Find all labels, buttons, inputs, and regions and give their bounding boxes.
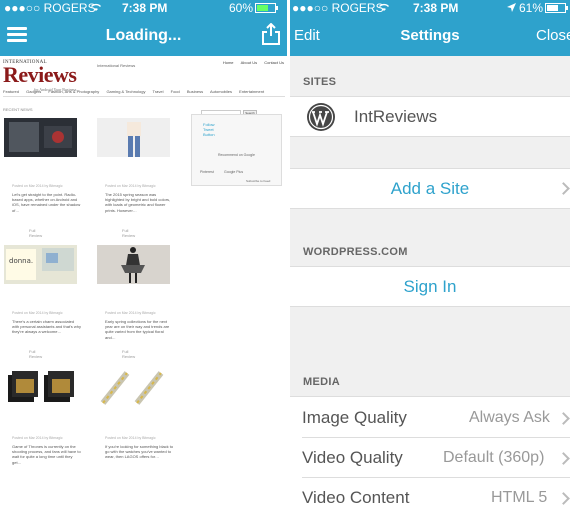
svg-text:donna.: donna. [9, 257, 33, 265]
row-divider [302, 477, 570, 478]
video-content-value[interactable]: HTML 5 [491, 489, 547, 507]
sidebar-link[interactable]: Follow Tweet Button [203, 122, 221, 137]
recent-news-label: RECENT NEWS [3, 107, 33, 112]
page-title: Loading... [105, 27, 182, 44]
site-row[interactable]: IntReviews [290, 96, 570, 137]
article-excerpt: There's a certain charm associated with … [12, 319, 82, 335]
settings-title: Settings [400, 27, 460, 44]
image-quality-label[interactable]: Image Quality [302, 408, 407, 428]
chevron-right-icon [557, 452, 570, 465]
battery-icon [255, 3, 278, 13]
video-content-label[interactable]: Video Content [302, 488, 409, 508]
link-contact[interactable]: Contact Us [264, 60, 284, 65]
add-site-row[interactable]: Add a Site [290, 168, 570, 209]
image-quality-value[interactable]: Always Ask [469, 409, 550, 427]
nav-entertainment[interactable]: Entertainment [239, 89, 264, 94]
nav-gadgets[interactable]: Gadgets [26, 89, 41, 94]
nav-automobiles[interactable]: Automobiles [210, 89, 232, 94]
article-meta: Posted on Mar 2014 by Bitmagic [12, 184, 63, 188]
wordpress-logo-icon [307, 103, 335, 131]
site-name: IntReviews [354, 107, 438, 126]
carrier-label: ●●●○○ ROGERS [292, 1, 384, 15]
site-category-nav: Featured Gadgets Fashion, Arts & Photogr… [3, 89, 285, 97]
right-phone-screen: ●●●○○ ROGERS 7:38 PM 61% Edit Settings C… [290, 0, 570, 518]
carrier-label: ●●●○○ ROGERS [4, 1, 96, 15]
article-excerpt: Early spring collections for the next ye… [105, 319, 170, 340]
sidebar-line: Recommend on Google [218, 153, 255, 157]
wordpress-section-header: WORDPRESS.COM [303, 246, 408, 258]
article-thumbnail [97, 118, 170, 157]
article-thumbnail [97, 245, 170, 284]
nav-travel[interactable]: Travel [153, 89, 164, 94]
left-navbar: ●●●○○ ROGERS 7:38 PM 60% Loading... [0, 0, 287, 56]
article-meta: Posted on Mar 2014 by Bitmagic [105, 311, 156, 315]
video-quality-label[interactable]: Video Quality [302, 448, 403, 468]
video-quality-value[interactable]: Default (360p) [443, 449, 544, 467]
sidebar-line: Pinterest [200, 170, 214, 174]
article-excerpt: If you're looking for something black to… [105, 444, 174, 460]
site-logo[interactable]: INTERNATIONAL Reviews for Android Your B… [3, 60, 77, 92]
article-excerpt: Game of Thrones is currently on the shoo… [12, 444, 81, 465]
nav-gaming[interactable]: Gaming & Technology [106, 89, 145, 94]
sign-in-row[interactable]: Sign In [290, 266, 570, 307]
article-meta: Posted on Mar 2014 by Bitmagic [12, 436, 63, 440]
nav-business[interactable]: Business [187, 89, 203, 94]
battery-percent: 61% [519, 1, 544, 15]
right-status-bar: ●●●○○ ROGERS 7:38 PM 61% [290, 0, 570, 17]
location-arrow-icon [507, 3, 516, 12]
sidebar-line: Subscribe to Feed [246, 179, 271, 183]
sign-in-label: Sign In [403, 277, 457, 296]
nav-featured[interactable]: Featured [3, 89, 19, 94]
article-thumbnail [4, 369, 77, 408]
site-top-links: Home About Us Contact Us [217, 60, 284, 65]
article-meta: Posted on Mar 2014 by Bitmagic [105, 184, 156, 188]
media-section-header: MEDIA [303, 376, 340, 388]
wifi-icon [91, 3, 101, 12]
screenshot-root: ●●●○○ ROGERS 7:38 PM 60% Loading... INTE… [0, 0, 570, 518]
battery-percent: 60% [229, 1, 254, 15]
battery-icon [545, 3, 568, 13]
full-review-link[interactable]: Full Review [122, 228, 135, 238]
nav-fashion[interactable]: Fashion, Arts & Photography [48, 89, 99, 94]
sidebar-line: Google Plus [224, 170, 244, 174]
status-time: 7:38 PM [413, 1, 459, 15]
wifi-icon [379, 3, 389, 12]
close-button[interactable]: Close [536, 27, 570, 44]
left-status-bar: ●●●○○ ROGERS 7:38 PM 60% [0, 0, 287, 17]
webview-content[interactable]: INTERNATIONAL Reviews for Android Your B… [0, 56, 287, 472]
article-thumbnail: donna. [4, 245, 77, 284]
settings-navbar: ●●●○○ ROGERS 7:38 PM 61% Edit Settings C… [290, 0, 570, 56]
article-excerpt: Let's get straight to the point. Radio-b… [12, 192, 81, 213]
article-excerpt: The 2015 spring season was highlighted b… [105, 192, 171, 213]
nav-food[interactable]: Food [171, 89, 180, 94]
chevron-right-icon [557, 412, 570, 425]
article-meta: Posted on Mar 2014 by Bitmagic [12, 311, 63, 315]
link-home[interactable]: Home [223, 60, 234, 65]
row-divider [302, 437, 570, 438]
full-review-link[interactable]: Full Review [29, 228, 42, 238]
article-thumbnail [97, 369, 170, 408]
add-site-label: Add a Site [390, 179, 470, 198]
media-settings-group: Image Quality Always Ask Video Quality D… [290, 396, 570, 518]
chevron-right-icon [557, 492, 570, 505]
site-subtitle: International Reviews [97, 63, 136, 68]
link-about[interactable]: About Us [241, 60, 257, 65]
full-review-link[interactable]: Full Review [122, 349, 135, 359]
sites-section-header: SITES [303, 76, 337, 88]
article-meta: Posted on Mar 2014 by Bitmagic [105, 436, 156, 440]
left-phone-screen: ●●●○○ ROGERS 7:38 PM 60% Loading... INTE… [0, 0, 287, 518]
status-time: 7:38 PM [122, 1, 168, 15]
share-icon[interactable] [261, 23, 281, 45]
article-thumbnail [4, 118, 77, 157]
full-review-link[interactable]: Full Review [29, 349, 42, 359]
